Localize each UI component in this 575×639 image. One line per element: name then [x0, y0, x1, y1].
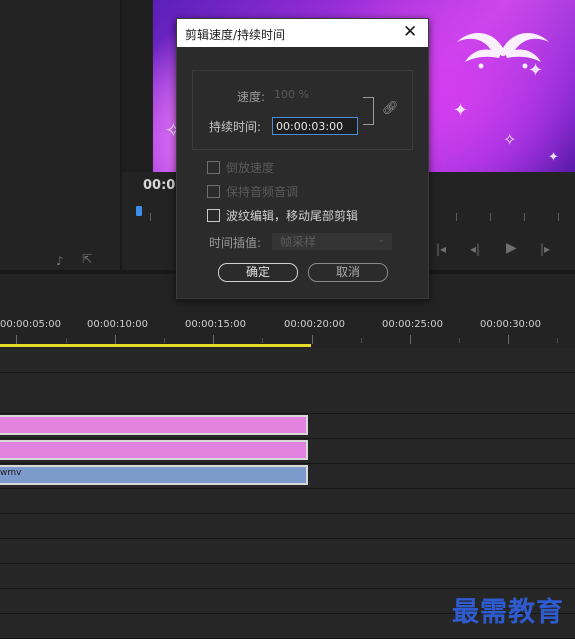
video-clip[interactable] [0, 440, 308, 460]
video-clip[interactable] [0, 415, 308, 435]
chevron-down-icon: ⌄ [377, 234, 386, 245]
work-area-bar[interactable] [0, 344, 311, 347]
subtick-mark [361, 338, 362, 343]
subtick-mark [164, 338, 165, 343]
tick-label: 00:00:05:00 [0, 319, 62, 330]
sparkle-icon: ✧ [503, 130, 517, 149]
dialog-title: 剪辑速度/持续时间 [185, 28, 286, 42]
duration-label: 持续时间: [209, 120, 262, 134]
tick-label: 00:00:20:00 [284, 319, 346, 330]
tick-label: 00:00:10:00 [87, 319, 149, 330]
ok-button[interactable]: 确定 [218, 263, 298, 282]
tick-mark [508, 335, 509, 344]
audio-track [0, 539, 575, 564]
audio-track [0, 489, 575, 514]
dialog-titlebar[interactable]: 剪辑速度/持续时间 ✕ [177, 19, 428, 47]
speed-label: 速度: [237, 90, 266, 104]
tick-mark [213, 335, 214, 344]
subtick-mark [459, 338, 460, 343]
tick-label: 00:00:15:00 [185, 319, 247, 330]
timeline-track [0, 348, 575, 373]
maintain-audio-pitch-label: 保持音频音调 [226, 185, 299, 199]
music-note-icon[interactable]: ♪ [56, 254, 64, 268]
tick-mark [16, 335, 17, 344]
time-interpolation-label: 时间插值: [209, 236, 262, 250]
export-frame-icon[interactable]: ⇱ [82, 252, 92, 266]
subtick-mark [66, 338, 67, 343]
cancel-button[interactable]: 取消 [308, 263, 388, 282]
playhead-marker[interactable] [136, 206, 142, 216]
close-icon[interactable]: ✕ [403, 22, 417, 42]
step-back-icon[interactable]: ◂| [470, 242, 480, 256]
link-bracket [363, 97, 374, 125]
ripple-edit-label: 波纹编辑，移动尾部剪辑 [226, 209, 359, 223]
video-clip[interactable] [0, 465, 308, 485]
tick-mark [312, 335, 313, 344]
duration-input[interactable] [272, 117, 358, 135]
maintain-audio-pitch-checkbox[interactable] [207, 185, 220, 198]
reverse-speed-label: 倒放速度 [226, 161, 275, 175]
subtick-mark [557, 338, 558, 343]
tick-mark [115, 335, 116, 344]
tick-label: 00:00:30:00 [480, 319, 542, 330]
sparkle-icon: ✦ [453, 100, 469, 121]
play-icon[interactable]: ▶ [506, 240, 517, 256]
speed-group-box [192, 70, 413, 150]
ripple-edit-checkbox[interactable] [207, 209, 220, 222]
tick-mark [410, 335, 411, 344]
time-interpolation-select[interactable]: 帧采样 [272, 233, 392, 250]
ornament-icon [457, 32, 549, 69]
speed-value[interactable]: 100 % [274, 88, 309, 101]
audio-track [0, 514, 575, 539]
subtick-mark [262, 338, 263, 343]
tick-label: 00:00:25:00 [382, 319, 444, 330]
project-panel [0, 0, 122, 270]
reverse-speed-checkbox[interactable] [207, 161, 220, 174]
link-chain-icon[interactable]: 🔗︎ [382, 101, 399, 116]
audio-track [0, 564, 575, 589]
go-to-in-icon[interactable]: |◂ [436, 242, 446, 256]
sparkle-icon: ✦ [548, 150, 559, 165]
step-forward-icon[interactable]: |▸ [540, 242, 550, 256]
clip-name: wmv [0, 468, 22, 478]
clip-speed-duration-dialog: 剪辑速度/持续时间 ✕ 速度: 100 % 持续时间: 🔗︎ 倒放速度 保持音频… [176, 18, 429, 299]
timeline-track [0, 389, 575, 414]
watermark-logo: 最需教育 [452, 597, 564, 628]
